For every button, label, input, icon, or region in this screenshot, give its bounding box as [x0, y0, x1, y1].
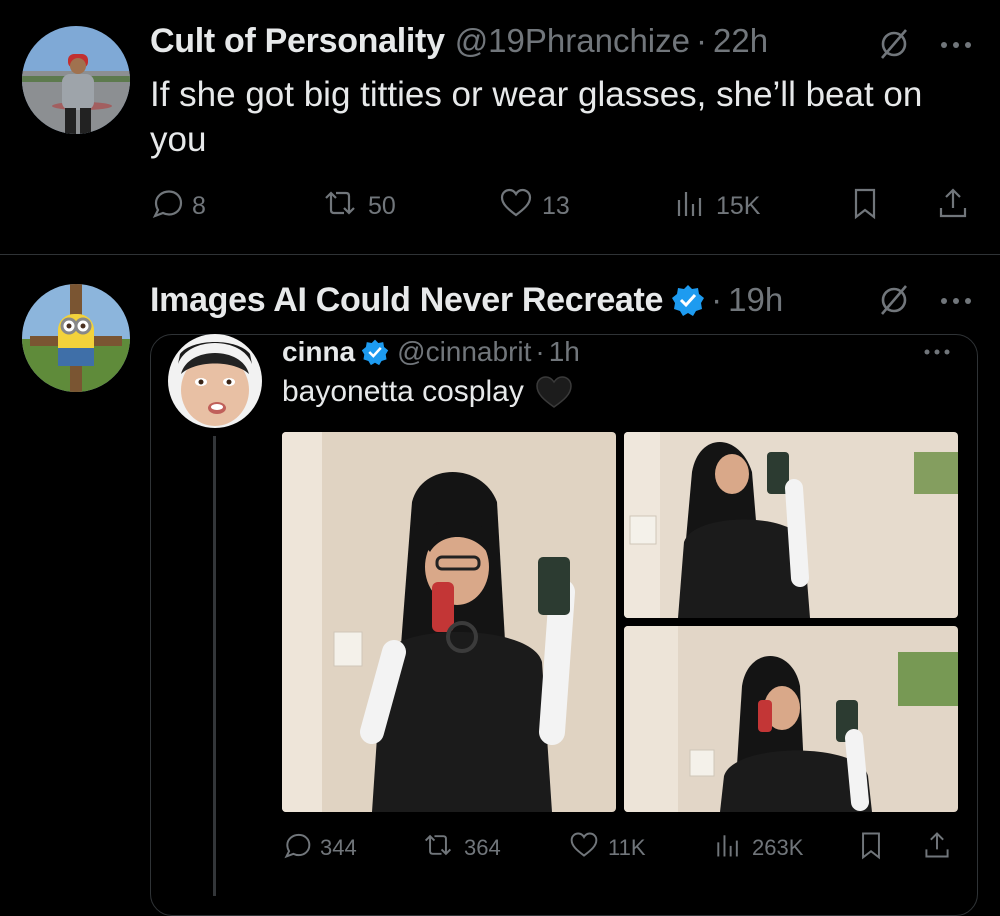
tweet-text: If she got big titties or wear glasses, … [150, 75, 923, 159]
thread-line [213, 436, 216, 896]
bookmark-icon[interactable] [848, 186, 882, 220]
separator: · [696, 22, 707, 59]
views-button[interactable]: 15K [672, 186, 760, 227]
bookmark-icon[interactable] [856, 830, 886, 860]
reply-button[interactable]: 344 [282, 830, 357, 866]
views-count: 263K [752, 835, 804, 860]
handle[interactable]: @19Phranchize [455, 22, 690, 60]
share-icon[interactable] [922, 830, 952, 860]
quoted-display-name[interactable]: cinna [282, 336, 355, 368]
display-name[interactable]: Images AI Could Never Recreate [150, 281, 663, 320]
verified-badge-icon [671, 283, 705, 317]
views-button[interactable]: 263K [712, 830, 803, 866]
timestamp[interactable]: 22h [713, 22, 768, 60]
separator: · [535, 336, 545, 367]
avatar[interactable] [22, 284, 130, 392]
grok-icon[interactable] [876, 26, 912, 62]
views-icon [672, 186, 708, 227]
share-icon[interactable] [936, 186, 970, 220]
timestamp[interactable]: 19h [728, 281, 783, 319]
reply-icon [150, 186, 184, 227]
quoted-text: bayonetta cosplay [282, 375, 524, 408]
retweet-count: 364 [464, 835, 501, 860]
quoted-handle[interactable]: @cinnabrit [397, 336, 531, 368]
retweet-count: 50 [368, 192, 396, 220]
like-button[interactable]: 11K [568, 830, 646, 866]
like-button[interactable]: 13 [498, 186, 570, 227]
grok-icon[interactable] [876, 282, 912, 318]
quoted-timestamp[interactable]: 1h [549, 336, 580, 368]
reply-icon [282, 830, 312, 866]
heart-icon [568, 830, 600, 866]
more-icon[interactable] [922, 344, 952, 355]
reply-count: 344 [320, 835, 357, 860]
cosplay-photo-3[interactable] [624, 626, 958, 812]
quoted-text-row: bayonetta cosplay [282, 374, 574, 410]
reply-button[interactable]: 8 [150, 186, 206, 227]
more-icon[interactable] [938, 294, 974, 306]
views-count: 15K [716, 192, 761, 220]
retweet-icon [420, 830, 456, 866]
more-icon[interactable] [938, 38, 974, 50]
cosplay-photo-2[interactable] [624, 432, 958, 618]
cosplay-photo-1[interactable] [282, 432, 616, 812]
reply-count: 8 [192, 192, 206, 220]
quoted-avatar[interactable] [168, 334, 262, 428]
black-heart-emoji-icon [534, 374, 574, 410]
quoted-header: cinna @cinnabrit · 1h [282, 334, 580, 370]
separator: · [711, 281, 723, 318]
tweet-header: Images AI Could Never Recreate · 19h [150, 278, 783, 322]
avatar[interactable] [22, 26, 130, 134]
retweet-icon [320, 186, 360, 227]
like-count: 11K [608, 835, 646, 860]
like-count: 13 [542, 192, 570, 220]
verified-badge-icon [361, 338, 389, 366]
heart-icon [498, 186, 534, 227]
display-name[interactable]: Cult of Personality [150, 22, 445, 61]
retweet-button[interactable]: 364 [420, 830, 501, 866]
views-icon [712, 830, 744, 866]
retweet-button[interactable]: 50 [320, 186, 396, 227]
tweet-header: Cult of Personality @19Phranchize · 22h [150, 22, 768, 66]
divider [0, 254, 1000, 255]
